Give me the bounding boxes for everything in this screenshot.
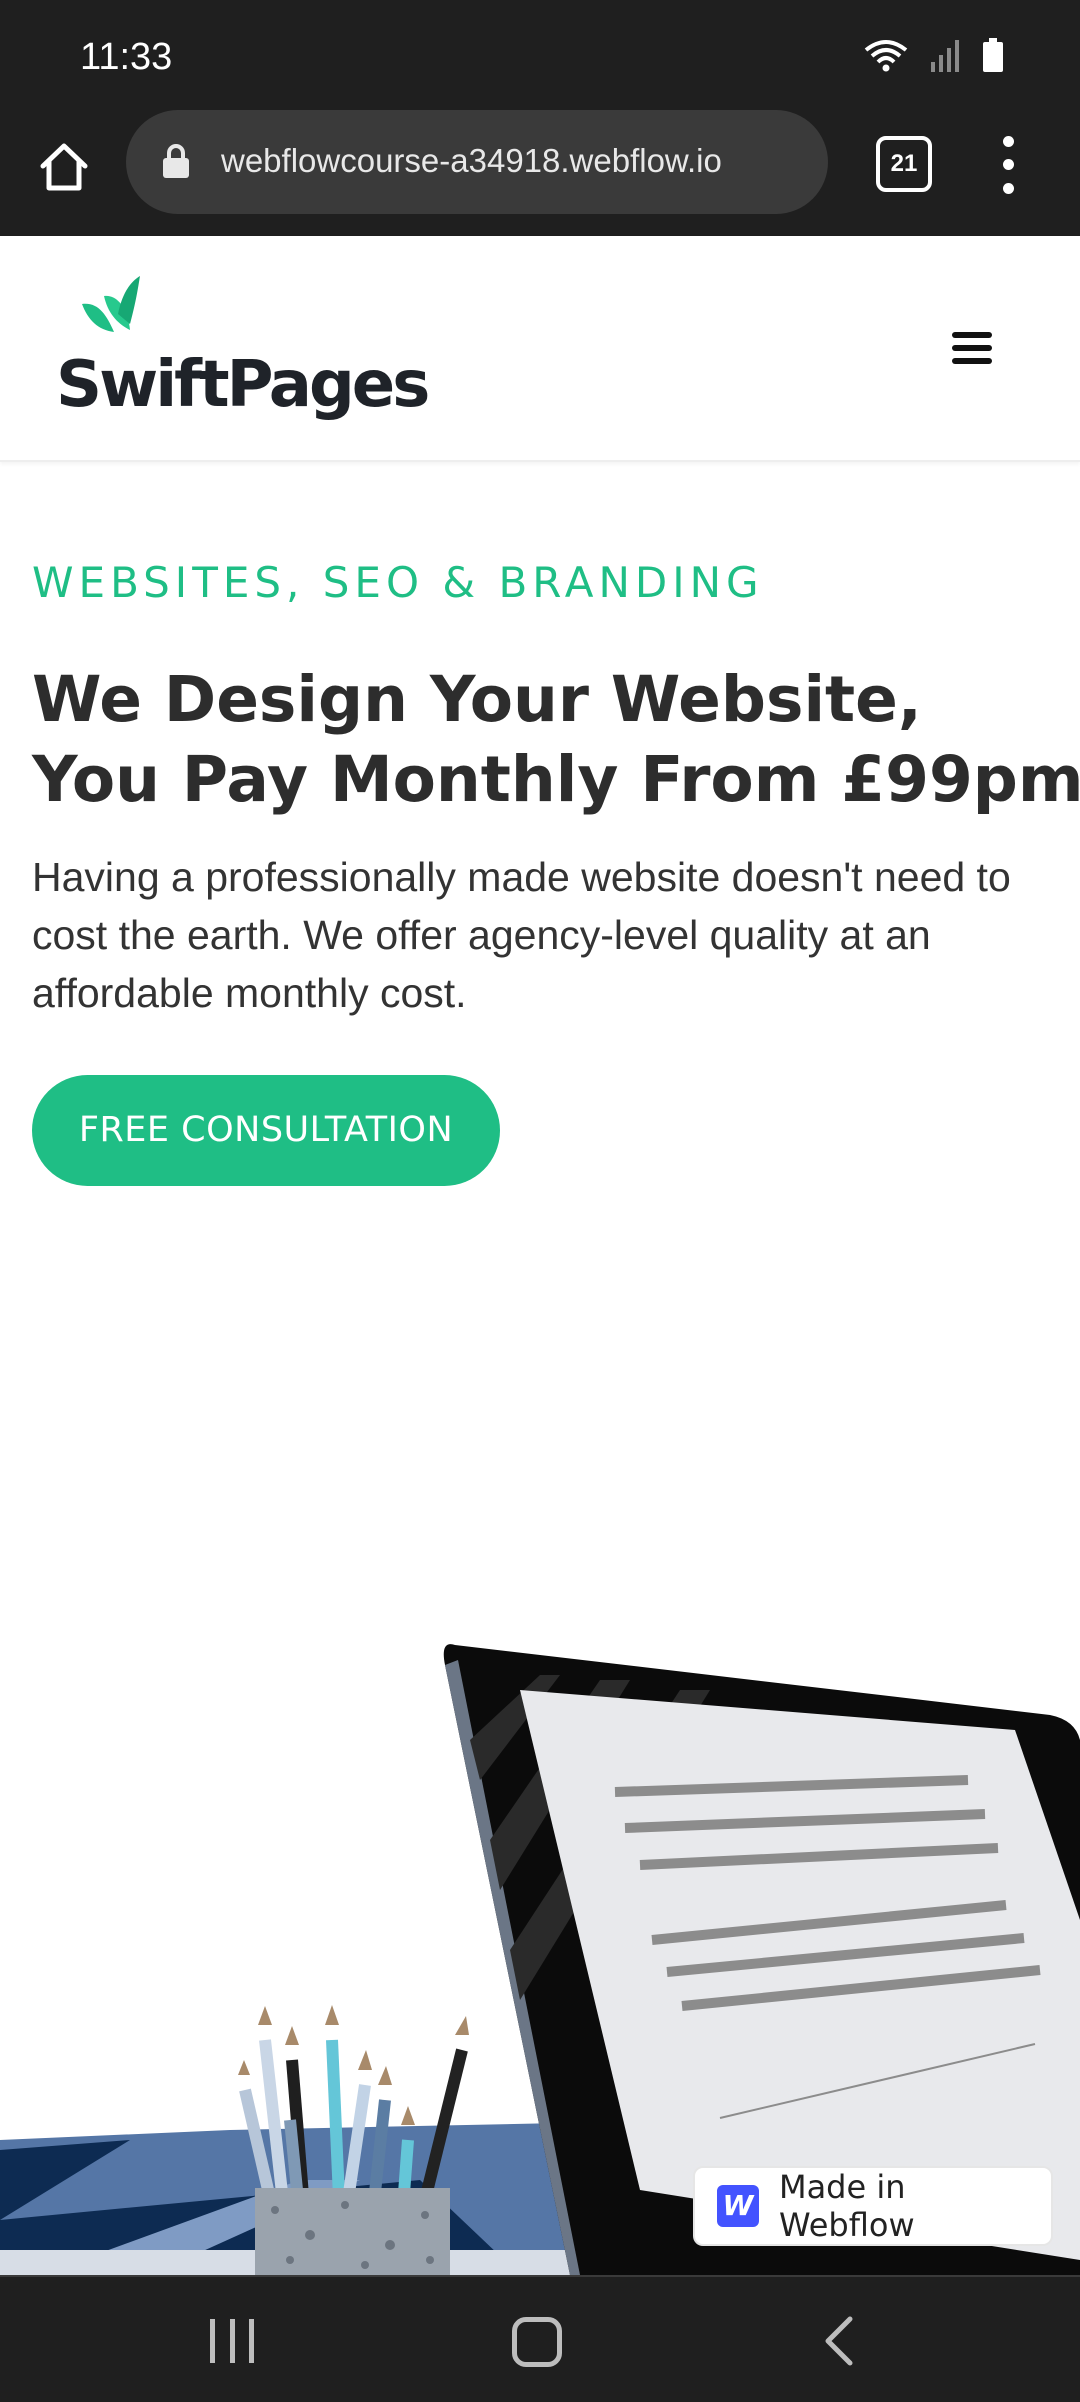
menu-dot-icon: [1002, 182, 1014, 194]
menu-dot-icon: [1002, 136, 1014, 148]
pencil-cup: [238, 2005, 469, 2275]
browser-menu-button[interactable]: [990, 130, 1026, 200]
webflow-logo-icon: W: [717, 2185, 759, 2227]
browser-toolbar: webflowcourse-a34918.webflow.io 21: [0, 110, 1080, 236]
browser-home-button[interactable]: [34, 132, 94, 202]
bird-logo-icon: [82, 276, 140, 332]
tab-switcher-button[interactable]: 21: [876, 136, 932, 192]
hamburger-menu-button[interactable]: [952, 332, 992, 364]
signal-icon: [931, 40, 959, 72]
made-in-webflow-badge[interactable]: W Made in Webflow: [695, 2168, 1051, 2244]
hero-eyebrow: WEBSITES, SEO & BRANDING: [32, 558, 764, 607]
brand-name: SwiftPages: [56, 348, 430, 422]
home-icon: [40, 143, 88, 191]
status-bar: 11:33: [0, 0, 1080, 110]
system-home-button[interactable]: [512, 2317, 562, 2367]
recent-apps-icon: [210, 2319, 215, 2363]
hero-body: Having a professionally made website doe…: [32, 854, 1011, 1016]
back-button[interactable]: [820, 2315, 860, 2367]
lock-icon: [163, 144, 189, 178]
status-time: 11:33: [80, 36, 173, 78]
address-bar[interactable]: webflowcourse-a34918.webflow.io: [126, 110, 828, 214]
menu-dot-icon: [1002, 159, 1014, 171]
badge-label: Made in Webflow: [778, 2168, 915, 2244]
hamburger-bar: [952, 332, 992, 338]
headline-line-2: You Pay Monthly From £99pm: [32, 743, 1080, 816]
recent-apps-button[interactable]: [210, 2319, 254, 2363]
url-text: webflowcourse-a34918.webflow.io: [221, 142, 722, 179]
wifi-icon: [864, 40, 908, 72]
hamburger-bar: [952, 358, 992, 364]
battery-icon: [983, 38, 1003, 72]
free-consultation-button[interactable]: FREE CONSULTATION: [32, 1075, 500, 1186]
headline-line-1: We Design Your Website,: [32, 663, 922, 736]
status-icons: [864, 38, 1004, 72]
hero-headline: We Design Your Website, You Pay Monthly …: [32, 660, 1080, 820]
site-header: SwiftPages: [0, 236, 1080, 462]
recent-apps-icon: [229, 2319, 235, 2363]
system-navigation-bar: [0, 2275, 1080, 2402]
hamburger-bar: [952, 345, 992, 351]
recent-apps-icon: [249, 2319, 254, 2363]
